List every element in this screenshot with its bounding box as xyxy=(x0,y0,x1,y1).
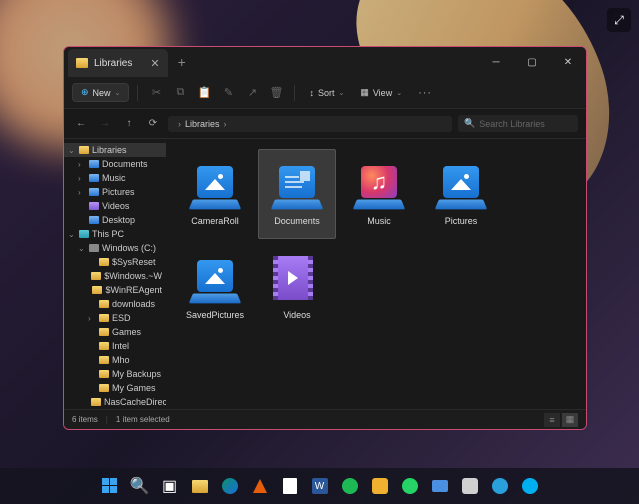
copy-icon[interactable]: ⧉ xyxy=(170,83,190,103)
refresh-button[interactable]: ⟳ xyxy=(144,115,162,133)
new-button[interactable]: ⊕ New ⌄ xyxy=(72,83,129,102)
new-tab-button[interactable]: + xyxy=(168,54,196,70)
library-item-cameraroll[interactable]: CameraRoll xyxy=(176,149,254,239)
cut-icon[interactable]: ✂ xyxy=(146,83,166,103)
maximize-button[interactable]: ▢ xyxy=(514,47,550,77)
view-icon: ▦ xyxy=(360,87,369,98)
taskview-button[interactable]: ▣ xyxy=(157,473,183,499)
sidebar-item-intel[interactable]: Intel xyxy=(64,339,166,353)
back-button[interactable]: ← xyxy=(72,115,90,133)
sidebar-item-mho[interactable]: Mho xyxy=(64,353,166,367)
chevron-down-icon: ⌄ xyxy=(115,89,121,97)
search-icon: 🔍 xyxy=(464,118,475,129)
picture-library-icon xyxy=(437,162,485,210)
status-item-count: 6 items xyxy=(72,415,98,424)
folder-icon xyxy=(76,58,88,68)
library-item-pictures[interactable]: Pictures xyxy=(422,149,500,239)
app-button[interactable] xyxy=(367,473,393,499)
word-button[interactable]: W xyxy=(307,473,333,499)
taskbar[interactable]: 🔍 ▣ W xyxy=(0,468,639,504)
sidebar-item-windows-c[interactable]: ⌄Windows (C:) xyxy=(64,241,166,255)
whatsapp-button[interactable] xyxy=(397,473,423,499)
paste-icon[interactable]: 📋 xyxy=(194,83,214,103)
sidebar-item-documents[interactable]: ›Documents xyxy=(64,157,166,171)
search-button[interactable]: 🔍 xyxy=(127,473,153,499)
forward-button[interactable]: → xyxy=(96,115,114,133)
plus-icon: ⊕ xyxy=(81,87,89,98)
up-button[interactable]: ↑ xyxy=(120,115,138,133)
document-library-icon xyxy=(273,162,321,210)
minimize-button[interactable]: ─ xyxy=(478,47,514,77)
mail-button[interactable] xyxy=(427,473,453,499)
rename-icon[interactable]: ✎ xyxy=(218,83,238,103)
close-button[interactable]: ✕ xyxy=(550,47,586,77)
library-item-savedpictures[interactable]: SavedPictures xyxy=(176,243,254,333)
sidebar-item-esd[interactable]: ›ESD xyxy=(64,311,166,325)
tool-button[interactable] xyxy=(457,473,483,499)
sidebar-item-music[interactable]: ›Music xyxy=(64,171,166,185)
sort-icon: ↕ xyxy=(309,88,314,98)
status-selected: 1 item selected xyxy=(116,415,170,424)
address-bar-row: ← → ↑ ⟳ › Libraries › 🔍 Search Libraries xyxy=(64,109,586,139)
tab-libraries[interactable]: Libraries ✕ xyxy=(68,49,168,77)
picture-library-icon xyxy=(191,162,239,210)
view-button[interactable]: ▦ View ⌄ xyxy=(354,87,408,98)
sidebar-tree[interactable]: ⌄Libraries ›Documents ›Music ›Pictures V… xyxy=(64,139,166,409)
picture-library-icon xyxy=(191,256,239,304)
explorer-button[interactable] xyxy=(187,473,213,499)
sort-button[interactable]: ↕ Sort ⌄ xyxy=(303,88,350,98)
delete-icon[interactable]: 🗑 xyxy=(266,83,286,103)
toolbar: ⊕ New ⌄ ✂ ⧉ 📋 ✎ ↗ 🗑 ↕ Sort ⌄ ▦ View ⌄ ··… xyxy=(64,77,586,109)
library-item-videos[interactable]: Videos xyxy=(258,243,336,333)
spotify-button[interactable] xyxy=(337,473,363,499)
sidebar-item-games[interactable]: Games xyxy=(64,325,166,339)
sidebar-item-libraries[interactable]: ⌄Libraries xyxy=(64,143,166,157)
content-grid[interactable]: CameraRoll Documents ♫ Music Pictures Sa… xyxy=(166,139,586,409)
vlc-button[interactable] xyxy=(247,473,273,499)
telegram-button[interactable] xyxy=(487,473,513,499)
sidebar-item-pictures[interactable]: ›Pictures xyxy=(64,185,166,199)
tab-title: Libraries xyxy=(94,58,132,69)
sidebar-item-winreagent[interactable]: $WinREAgent xyxy=(64,283,166,297)
address-bar[interactable]: › Libraries › xyxy=(168,116,452,132)
status-bar: 6 items | 1 item selected ≡ ▦ xyxy=(64,409,586,429)
music-library-icon: ♫ xyxy=(355,162,403,210)
sidebar-item-this-pc[interactable]: ⌄This PC xyxy=(64,227,166,241)
skype-button[interactable] xyxy=(517,473,543,499)
expand-overlay-button[interactable]: ⤢ xyxy=(607,8,631,32)
sidebar-item-windows-ws[interactable]: $Windows.~W xyxy=(64,269,166,283)
sidebar-item-videos[interactable]: Videos xyxy=(64,199,166,213)
start-button[interactable] xyxy=(97,473,123,499)
breadcrumb[interactable]: Libraries xyxy=(185,119,220,129)
sidebar-item-desktop[interactable]: Desktop xyxy=(64,213,166,227)
sidebar-item-downloads[interactable]: downloads xyxy=(64,297,166,311)
sidebar-item-sysreset[interactable]: $SysReset xyxy=(64,255,166,269)
sidebar-item-my-games[interactable]: My Games xyxy=(64,381,166,395)
video-library-icon xyxy=(273,256,321,304)
more-button[interactable]: ··· xyxy=(412,87,438,99)
grid-view-button[interactable]: ▦ xyxy=(562,413,578,427)
search-input[interactable]: 🔍 Search Libraries xyxy=(458,115,578,132)
close-tab-icon[interactable]: ✕ xyxy=(150,57,159,70)
sidebar-item-my-backups[interactable]: My Backups xyxy=(64,367,166,381)
library-item-music[interactable]: ♫ Music xyxy=(340,149,418,239)
libreoffice-button[interactable] xyxy=(277,473,303,499)
new-label: New xyxy=(93,88,111,98)
edge-button[interactable] xyxy=(217,473,243,499)
details-view-button[interactable]: ≡ xyxy=(544,413,560,427)
sidebar-item-nascache[interactable]: NasCacheDirec xyxy=(64,395,166,409)
explorer-window: Libraries ✕ + ─ ▢ ✕ ⊕ New ⌄ ✂ ⧉ 📋 ✎ ↗ 🗑 … xyxy=(63,46,587,430)
library-item-documents[interactable]: Documents xyxy=(258,149,336,239)
share-icon[interactable]: ↗ xyxy=(242,83,262,103)
titlebar: Libraries ✕ + ─ ▢ ✕ xyxy=(64,47,586,77)
